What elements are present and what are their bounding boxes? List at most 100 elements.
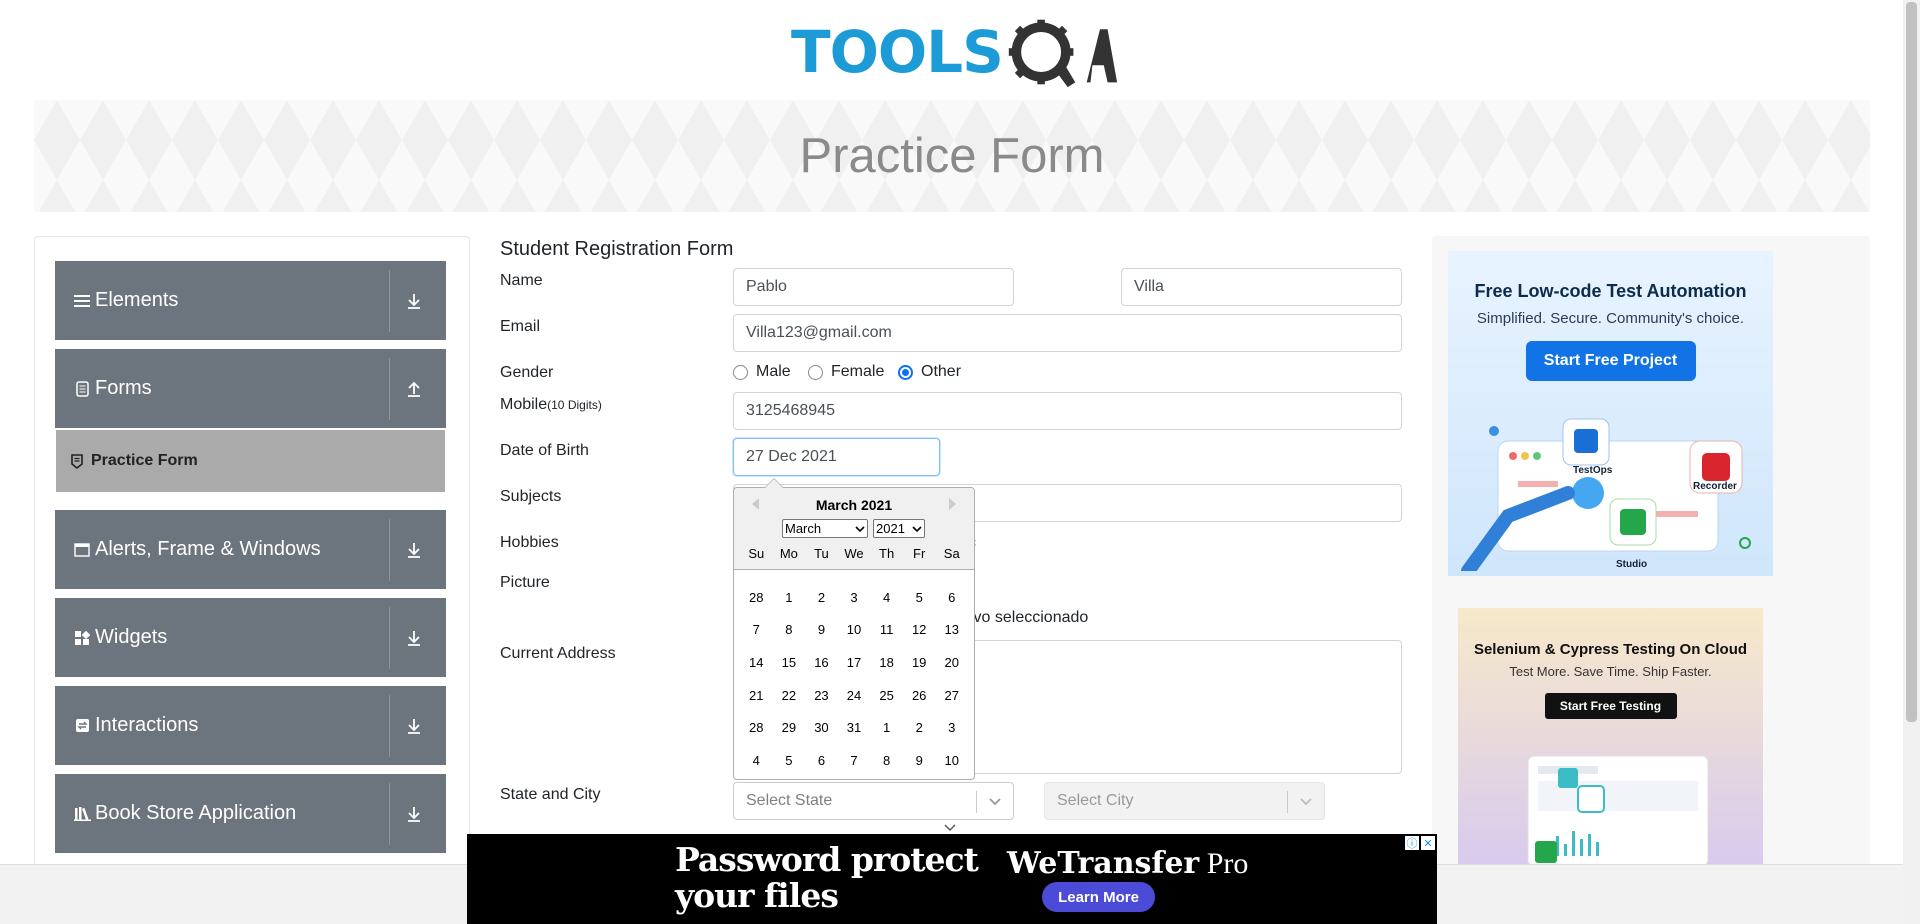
- calendar-day[interactable]: 6: [805, 753, 838, 768]
- city-select[interactable]: Select City: [1044, 782, 1325, 820]
- calendar-day[interactable]: 11: [870, 622, 903, 637]
- calendar-day[interactable]: 2: [805, 590, 838, 605]
- ad-product-label: Recorder: [1693, 481, 1737, 492]
- calendar-day[interactable]: 21: [740, 688, 773, 703]
- calendar-day[interactable]: 13: [935, 622, 968, 637]
- sidebar-group-label: Forms: [95, 377, 152, 399]
- sidebar-item-practice-form[interactable]: Practice Form: [56, 430, 445, 492]
- mobile-input[interactable]: 3125468945: [733, 392, 1402, 430]
- ad-choices[interactable]: ⓘ ✕: [1405, 836, 1435, 850]
- info-icon[interactable]: ⓘ: [1405, 836, 1419, 850]
- calendar-day[interactable]: 15: [773, 655, 806, 670]
- close-icon[interactable]: ✕: [1421, 836, 1435, 850]
- ad-katalon[interactable]: Free Low-code Test Automation Simplified…: [1448, 251, 1773, 576]
- calendar-day[interactable]: 22: [773, 688, 806, 703]
- learn-more-button[interactable]: Learn More: [1042, 882, 1155, 912]
- calendar-day[interactable]: 3: [935, 720, 968, 735]
- calendar-day[interactable]: 9: [805, 622, 838, 637]
- start-free-testing-button[interactable]: Start Free Testing: [1544, 693, 1677, 719]
- calendar-day[interactable]: 7: [740, 622, 773, 637]
- calendar-day[interactable]: 16: [805, 655, 838, 670]
- calendar-day[interactable]: 10: [838, 622, 871, 637]
- download-arrow-icon[interactable]: [404, 293, 424, 309]
- calendar-day[interactable]: 8: [773, 622, 806, 637]
- sidebar-group-elements[interactable]: Elements: [55, 261, 446, 340]
- calendar-day[interactable]: 18: [870, 655, 903, 670]
- hobbies-label: Hobbies: [500, 534, 559, 551]
- calendar-day[interactable]: 7: [838, 753, 871, 768]
- calendar-day[interactable]: 10: [935, 753, 968, 768]
- sidebar-group-widgets[interactable]: Widgets: [55, 598, 446, 677]
- sidebar-group-forms[interactable]: Forms: [55, 349, 446, 428]
- download-arrow-icon[interactable]: [404, 630, 424, 646]
- chevron-down-icon[interactable]: [987, 793, 1003, 814]
- calendar-day[interactable]: 25: [870, 688, 903, 703]
- calendar-day[interactable]: 27: [935, 688, 968, 703]
- calendar-day[interactable]: 23: [805, 688, 838, 703]
- calendar-day[interactable]: 6: [935, 590, 968, 605]
- next-month-icon[interactable]: [949, 498, 956, 510]
- radio-button-selected[interactable]: [898, 364, 913, 380]
- calendar-day[interactable]: 26: [903, 688, 936, 703]
- calendar-day[interactable]: 30: [805, 720, 838, 735]
- download-arrow-icon[interactable]: [404, 806, 424, 822]
- last-name-input[interactable]: Villa: [1121, 268, 1402, 306]
- calendar-day[interactable]: 28: [740, 720, 773, 735]
- mobile-label: Mobile(10 Digits): [500, 396, 602, 413]
- email-input[interactable]: Villa123@gmail.com: [733, 314, 1402, 352]
- window-icon: [71, 542, 93, 557]
- calendar-day[interactable]: 5: [773, 753, 806, 768]
- page-scrollbar[interactable]: [1903, 0, 1920, 924]
- gender-radio-female[interactable]: Female: [808, 363, 884, 381]
- calendar-day[interactable]: 31: [838, 720, 871, 735]
- calendar-day[interactable]: 5: [903, 590, 936, 605]
- calendar-day[interactable]: 12: [903, 622, 936, 637]
- radio-button[interactable]: [733, 364, 748, 380]
- dob-input[interactable]: 27 Dec 2021: [733, 438, 940, 476]
- calendar-day[interactable]: 4: [740, 753, 773, 768]
- calendar-day[interactable]: 17: [838, 655, 871, 670]
- datepicker-days: 28 1 2 3 4 5 6 7 8 9 10 11 12 13 14 15 16 17 18 19 20 21 22 23 2…: [740, 581, 968, 777]
- calendar-day[interactable]: 3: [838, 590, 871, 605]
- calendar-day[interactable]: 29: [773, 720, 806, 735]
- ad-lambdatest[interactable]: Selenium & Cypress Testing On Cloud Test…: [1458, 608, 1763, 876]
- calendar-day[interactable]: 14: [740, 655, 773, 670]
- datepicker-month-year: March 2021: [815, 497, 893, 513]
- calendar-day[interactable]: 8: [870, 753, 903, 768]
- toolsqa-logo[interactable]: TOOLS: [791, 14, 1117, 90]
- sidebar-group-alerts-frame-windows[interactable]: Alerts, Frame & Windows: [55, 510, 446, 589]
- calendar-day[interactable]: 4: [870, 590, 903, 605]
- calendar-day[interactable]: 19: [903, 655, 936, 670]
- calendar-day[interactable]: 9: [903, 753, 936, 768]
- weekday-header: Su Mo Tu We Th Fr Sa: [748, 546, 960, 561]
- download-arrow-icon[interactable]: [404, 542, 424, 558]
- year-select[interactable]: 2021: [873, 519, 925, 538]
- download-arrow-icon[interactable]: [404, 718, 424, 734]
- calendar-week-row: 28 1 2 3 4 5 6: [740, 581, 968, 614]
- ad-headline: Password protect your files: [675, 840, 979, 915]
- chevron-down-icon[interactable]: [1298, 793, 1314, 814]
- calendar-day[interactable]: 28: [740, 590, 773, 605]
- state-placeholder: Select State: [746, 792, 833, 809]
- gender-radio-other[interactable]: Other: [898, 363, 961, 381]
- calendar-day[interactable]: 24: [838, 688, 871, 703]
- calendar-day[interactable]: 20: [935, 655, 968, 670]
- state-select[interactable]: Select State: [733, 782, 1014, 820]
- sidebar-group-interactions[interactable]: Interactions: [55, 686, 446, 765]
- calendar-day[interactable]: 2: [903, 720, 936, 735]
- first-name-input[interactable]: Pablo: [733, 268, 1014, 306]
- start-free-project-button[interactable]: Start Free Project: [1525, 341, 1696, 381]
- radio-button[interactable]: [808, 364, 823, 380]
- gender-radio-male[interactable]: Male: [733, 363, 791, 381]
- month-select[interactable]: March: [782, 519, 868, 538]
- upload-arrow-icon[interactable]: [404, 381, 424, 397]
- ad-wetransfer[interactable]: Password protect your files WeTransfer P…: [467, 834, 1437, 924]
- scrollbar-thumb[interactable]: [1906, 2, 1917, 722]
- calendar-day[interactable]: 1: [870, 720, 903, 735]
- radio-label: Other: [921, 363, 962, 380]
- sidebar-item-label: Practice Form: [91, 452, 198, 469]
- ad-subline: Test More. Save Time. Ship Faster.: [1509, 664, 1712, 679]
- calendar-day[interactable]: 1: [773, 590, 806, 605]
- ad-product-label: Studio: [1616, 559, 1648, 570]
- sidebar-group-book-store[interactable]: Book Store Application: [55, 774, 446, 853]
